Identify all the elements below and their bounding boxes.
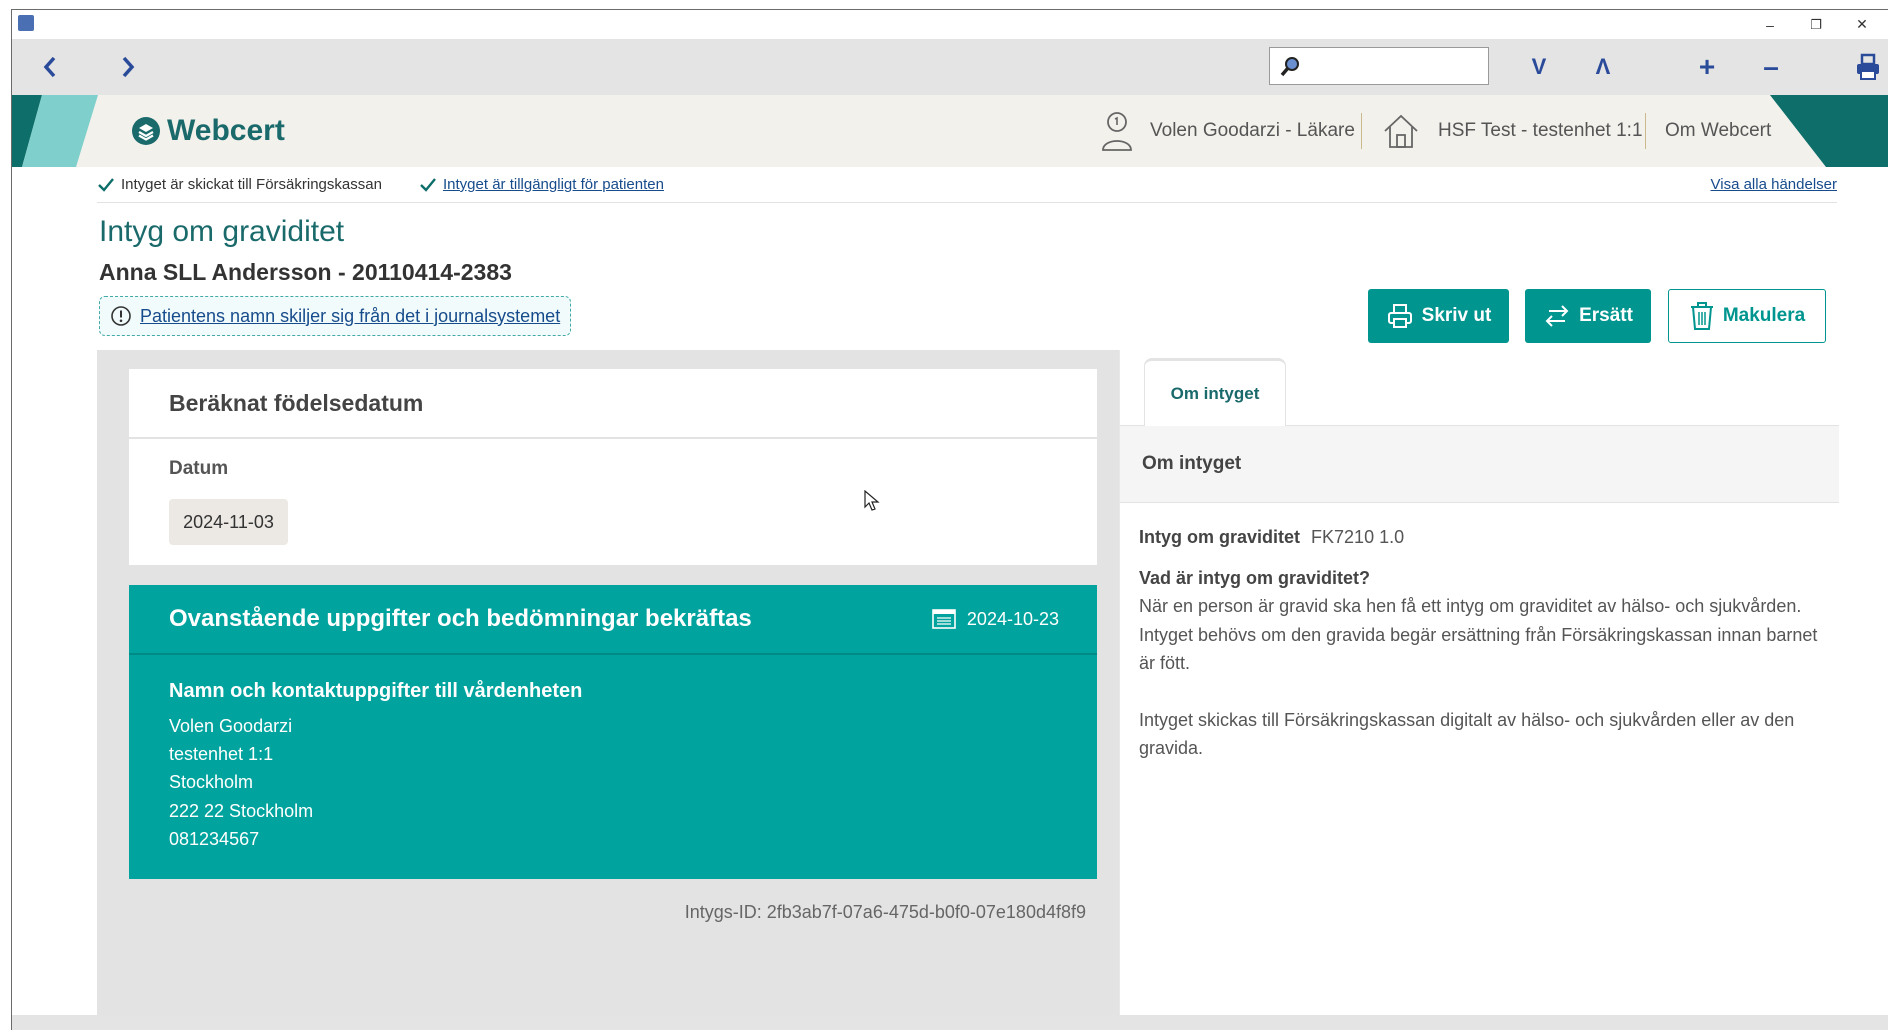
section-divider xyxy=(129,437,1097,439)
header-divider xyxy=(1361,113,1362,149)
revoke-button-label: Makulera xyxy=(1722,305,1806,326)
user-name: Volen Goodarzi - Läkare xyxy=(1150,120,1355,141)
confirmation-card: Ovanstående uppgifter och bedömningar be… xyxy=(129,585,1097,879)
info-circle-icon xyxy=(111,306,131,326)
user-icon xyxy=(1102,112,1132,151)
window-bottom-bar xyxy=(12,1015,1888,1030)
replace-button-label: Ersätt xyxy=(1579,305,1633,326)
swap-arrows-icon xyxy=(1545,305,1569,327)
info-side-panel: Om intyget Om intyget Intyg om gravidite… xyxy=(1119,350,1839,1015)
care-unit-name: HSF Test - testenhet 1:1 xyxy=(1438,120,1643,141)
patient-name-id: Anna SLL Andersson - 20110414-2383 xyxy=(99,259,512,285)
contact-line: testenhet 1:1 xyxy=(169,744,274,764)
search-icon xyxy=(1280,57,1299,77)
trash-icon xyxy=(1690,302,1713,330)
header-right-decoration xyxy=(1770,95,1888,167)
due-date-section-title: Beräknat födelsedatum xyxy=(169,389,424,416)
find-input[interactable] xyxy=(1269,47,1489,85)
date-label: Datum xyxy=(169,458,229,479)
revoke-button[interactable]: Makulera xyxy=(1668,289,1826,343)
header-divider xyxy=(1645,113,1646,149)
name-mismatch-link[interactable]: Patientens namn skiljer sig från det i j… xyxy=(140,306,560,327)
certificate-id: Intygs-ID: 2fb3ab7f-07a6-475d-b0f0-07e18… xyxy=(684,902,1086,922)
panel-body: Intyg om graviditet FK7210 1.0 Vad är in… xyxy=(1139,523,1819,763)
status-sent-text: Intyget är skickat till Försäkringskassa… xyxy=(121,176,382,193)
certificate-type-line: Intyg om graviditet FK7210 1.0 xyxy=(1139,523,1819,552)
contact-line: Volen Goodarzi xyxy=(169,716,293,736)
certificate-type-name: Intyg om graviditet xyxy=(1139,527,1301,547)
app-header: Webcert Volen Goodarzi - Läkare HSF Test… xyxy=(12,95,1888,167)
header-left-decoration xyxy=(12,95,98,167)
contact-line: 081234567 xyxy=(169,829,260,849)
webcert-logo-icon xyxy=(132,117,160,145)
find-next-button[interactable]: V xyxy=(1519,49,1559,85)
find-previous-button[interactable]: Λ xyxy=(1583,49,1623,85)
signed-date: 2024-10-23 xyxy=(931,585,1059,653)
certificate-status-row: Intyget är skickat till Försäkringskassa… xyxy=(97,167,1837,203)
minimize-button[interactable]: – xyxy=(1747,10,1793,39)
contact-line: 222 22 Stockholm xyxy=(169,801,314,821)
status-sent: Intyget är skickat till Försäkringskassa… xyxy=(97,167,382,202)
mouse-cursor-icon xyxy=(864,490,880,511)
certificate-type-code: FK7210 1.0 xyxy=(1311,527,1405,547)
home-icon xyxy=(1384,114,1418,148)
panel-subheader-title: Om intyget xyxy=(1142,453,1242,474)
due-date-value: 2024-11-03 xyxy=(169,499,288,545)
zoom-out-button[interactable]: – xyxy=(1751,49,1791,85)
status-available: Intyget är tillgängligt för patienten xyxy=(419,167,664,202)
print-button[interactable]: Skriv ut xyxy=(1368,289,1509,343)
about-webcert-link[interactable]: Om Webcert xyxy=(1665,95,1771,167)
confirmation-header: Ovanstående uppgifter och bedömningar be… xyxy=(129,585,1097,655)
contact-section-title: Namn och kontaktuppgifter till vårdenhet… xyxy=(169,680,583,702)
certificate-title: Intyg om graviditet xyxy=(99,215,345,248)
window-titlebar: – ❐ ✕ xyxy=(12,10,1888,39)
show-all-events: Visa alla händelser xyxy=(1711,167,1837,202)
tab-about-certificate[interactable]: Om intyget xyxy=(1144,358,1286,426)
zoom-in-button[interactable]: + xyxy=(1687,49,1727,85)
app-window: – ❐ ✕ V Λ + – Webcert Volen Goodarzi - L… xyxy=(11,9,1888,1030)
replace-button[interactable]: Ersätt xyxy=(1525,289,1651,343)
close-button[interactable]: ✕ xyxy=(1839,10,1885,39)
status-available-link[interactable]: Intyget är tillgängligt för patienten xyxy=(443,176,664,193)
check-icon xyxy=(420,177,436,192)
show-all-events-link[interactable]: Visa alla händelser xyxy=(1711,176,1837,193)
faq-paragraph: När en person är gravid ska hen få ett i… xyxy=(1139,596,1818,673)
user-info[interactable]: Volen Goodarzi - Läkare xyxy=(1100,95,1355,167)
brand-name: Webcert xyxy=(167,114,285,147)
print-button-label: Skriv ut xyxy=(1421,305,1492,326)
check-icon xyxy=(98,177,114,192)
back-button[interactable] xyxy=(32,47,68,87)
chevron-left-icon xyxy=(43,56,56,78)
contact-line: Stockholm xyxy=(169,772,254,792)
restore-button[interactable]: ❐ xyxy=(1793,10,1839,39)
forward-button[interactable] xyxy=(110,47,146,87)
calendar-icon xyxy=(932,609,956,629)
name-mismatch-notice: Patientens namn skiljer sig från det i j… xyxy=(99,296,572,336)
print-toolbar-button[interactable] xyxy=(1848,49,1888,85)
brand-logo[interactable]: Webcert xyxy=(131,95,285,167)
faq-question: Vad är intyg om graviditet? xyxy=(1139,567,1371,588)
signed-date-text: 2024-10-23 xyxy=(966,608,1059,629)
care-unit-info[interactable]: HSF Test - testenhet 1:1 xyxy=(1381,95,1643,167)
printer-icon xyxy=(1857,53,1879,80)
printer-icon xyxy=(1387,304,1412,328)
chevron-right-icon xyxy=(122,56,135,78)
app-icon xyxy=(18,15,34,31)
confirmation-title: Ovanstående uppgifter och bedömningar be… xyxy=(169,605,752,632)
faq-paragraph: Intyget skickas till Försäkringskassan d… xyxy=(1139,709,1795,759)
browser-toolbar: V Λ + – xyxy=(12,39,1888,95)
